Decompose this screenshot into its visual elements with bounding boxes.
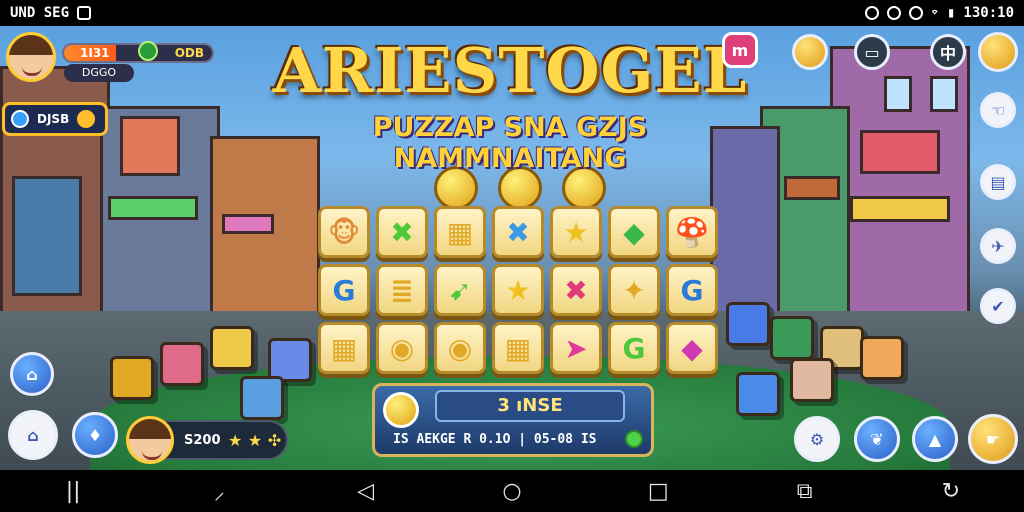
hud-sub-label: DGGO [64, 64, 134, 82]
window [884, 76, 912, 112]
tile[interactable]: ✖ [492, 206, 544, 258]
coin-badge-icon[interactable] [792, 34, 828, 70]
star-icon: ★ ★ ✣ [228, 431, 282, 450]
status-time: 130:10 [963, 5, 1014, 21]
tile[interactable]: ◉ [376, 322, 428, 374]
tile[interactable]: ➹ [434, 264, 486, 316]
tile[interactable]: ▦ [318, 322, 370, 374]
tile[interactable]: ◆ [666, 322, 718, 374]
flag-icon[interactable]: 中 [930, 34, 966, 70]
awning [108, 196, 198, 220]
multiwindow-icon[interactable]: ⧉ [785, 479, 825, 504]
home-icon[interactable]: ○ [492, 479, 532, 504]
decor-cube [240, 376, 284, 420]
check-icon[interactable]: ✔ [980, 288, 1016, 324]
hand-gold-icon[interactable]: ☛ [968, 414, 1018, 464]
decor-cube [860, 336, 904, 380]
nav-bar: || ⸝ ◁ ○ □ ⧉ ↻ [0, 470, 1024, 512]
shop-sign [860, 130, 940, 174]
decor-cube [726, 302, 770, 346]
left-info-panel[interactable]: DJSB [2, 102, 108, 136]
shop-sign [120, 116, 180, 176]
reward-panel[interactable]: 3 ıNSE IS AEKGE R 0.1O | 05-08 IS [372, 383, 654, 457]
title-main: ARIESTOGEL [272, 34, 748, 107]
tile[interactable]: ✖ [376, 206, 428, 258]
notification-icon [864, 6, 879, 20]
scroll-icon[interactable]: ▤ [980, 164, 1016, 200]
reward-title: 3 ıNSE [435, 390, 625, 422]
image-icon [77, 6, 92, 20]
window [930, 76, 958, 112]
leaf-icon[interactable]: ❦ [854, 416, 900, 462]
rotate-icon[interactable]: ↻ [931, 479, 971, 504]
decor-cube [790, 358, 834, 402]
tile[interactable]: 🍄 [666, 206, 718, 258]
decor-cube [770, 316, 814, 360]
coin-count: ODB [174, 46, 204, 60]
tile[interactable]: ✦ [608, 264, 660, 316]
coin-icon [383, 392, 419, 428]
hat-icon[interactable] [978, 32, 1018, 72]
window [12, 176, 82, 296]
player-avatar [126, 416, 174, 464]
tile[interactable]: ▦ [492, 322, 544, 374]
decor-cube [110, 356, 154, 400]
clock-icon [77, 110, 96, 128]
player-hud[interactable]: 1I31 ODB DGGO [6, 32, 214, 82]
left-panel-label: DJSB [37, 112, 70, 126]
shop-sign [784, 176, 840, 200]
tile[interactable]: G [318, 264, 370, 316]
tile[interactable]: ★ [550, 206, 602, 258]
swirl-icon [11, 110, 29, 128]
gesture-icon[interactable]: ⸝ [199, 476, 239, 506]
coin-icon [138, 41, 158, 61]
tile[interactable]: ◆ [608, 206, 660, 258]
home-button[interactable]: ⌂ [8, 410, 58, 460]
decor-cube [160, 342, 204, 386]
card-icon[interactable]: ▭ [854, 34, 890, 70]
status-text: UND SEG [10, 5, 70, 21]
decor-cube [736, 372, 780, 416]
player-score: S200 [184, 433, 221, 448]
reward-details: IS AEKGE R 0.1O | 05-08 IS [393, 432, 597, 447]
status-dot [625, 430, 643, 448]
tile[interactable]: ★ [492, 264, 544, 316]
m-badge-icon[interactable]: m [722, 32, 758, 68]
tile[interactable]: ✖ [550, 264, 602, 316]
level-label: 1I31 [80, 46, 110, 60]
tile[interactable]: ▦ [434, 206, 486, 258]
recent-apps-icon[interactable]: || [53, 479, 93, 504]
awning [850, 196, 950, 222]
sync-icon [886, 6, 901, 20]
tile[interactable]: G [666, 264, 718, 316]
game-title: ARIESTOGEL PUZZAP SNA GZJS NAMMNAITANG [260, 34, 760, 175]
avatar[interactable] [6, 32, 56, 82]
game-scene[interactable]: ARIESTOGEL PUZZAP SNA GZJS NAMMNAITANG 🐵… [0, 26, 1024, 470]
title-subtitle: PUZZAP SNA GZJS NAMMNAITANG [372, 112, 648, 174]
bell-icon[interactable]: ♦ [72, 412, 118, 458]
overview-icon[interactable]: □ [638, 479, 678, 504]
home-icon[interactable]: ⌂ [10, 352, 54, 396]
awning [222, 214, 274, 234]
tile[interactable]: ◉ [434, 322, 486, 374]
tile[interactable]: 🐵 [318, 206, 370, 258]
status-bar: UND SEG ⌔ ▮ 130:10 [0, 0, 1024, 26]
tile[interactable]: ≣ [376, 264, 428, 316]
plane-icon[interactable]: ✈ [980, 228, 1016, 264]
signal-icon: ▮ [946, 5, 956, 21]
decor-cube [210, 326, 254, 370]
tile[interactable]: ➤ [550, 322, 602, 374]
arrow-icon[interactable]: ▲ [912, 416, 958, 462]
alarm-icon [908, 6, 923, 20]
hand-icon[interactable]: ☜ [980, 92, 1016, 128]
wifi-icon: ⌔ [930, 5, 939, 21]
tile[interactable]: G [608, 322, 660, 374]
player-panel[interactable]: S200 ★ ★ ✣ [126, 416, 288, 464]
back-icon[interactable]: ◁ [346, 479, 386, 504]
gear-icon[interactable]: ⚙ [794, 416, 840, 462]
